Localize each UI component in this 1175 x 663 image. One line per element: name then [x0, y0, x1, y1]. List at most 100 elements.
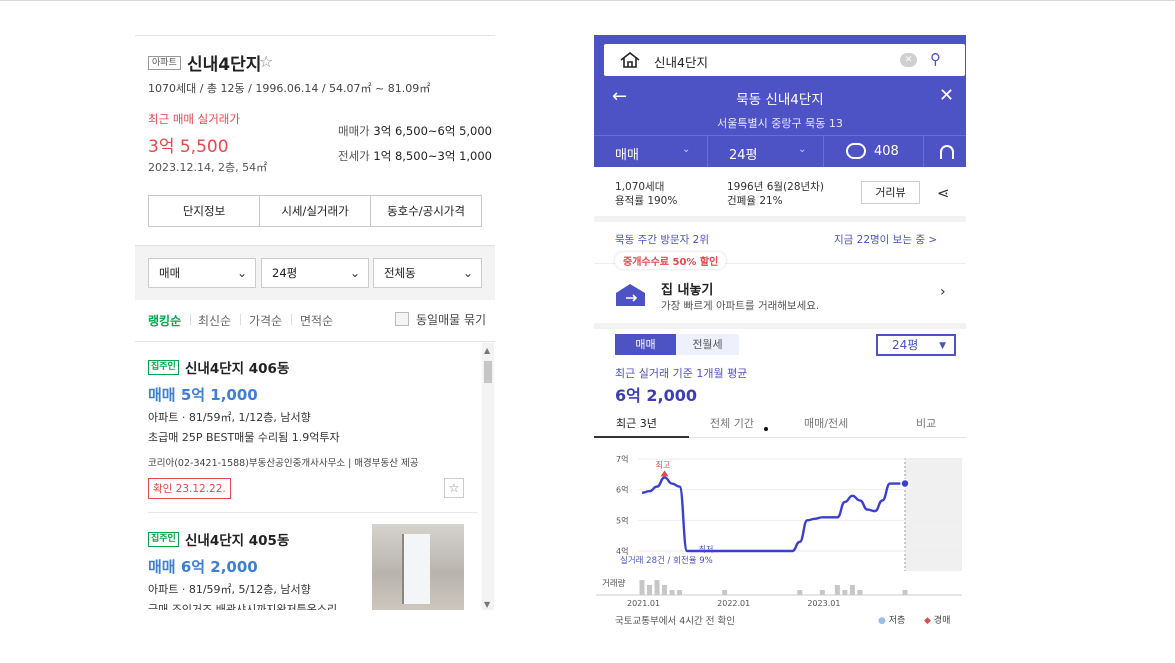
low-label: 최저 — [699, 544, 714, 554]
volume-bar — [857, 590, 863, 595]
tab-sale-jeonse[interactable]: 매매/전세 — [804, 415, 848, 431]
forecast-shade — [905, 458, 962, 571]
section-divider — [594, 216, 966, 222]
search-bar[interactable]: 신내4단지 ✕ ⚲ — [604, 44, 965, 76]
tab-all-period[interactable]: 전체 기간 — [710, 415, 754, 431]
tab-compare[interactable]: 비교 — [916, 415, 936, 431]
high-label: 최고 — [656, 459, 671, 469]
volume-bar — [677, 590, 683, 595]
star-icon[interactable]: ☆ — [444, 478, 464, 498]
volume-bar — [842, 590, 848, 595]
tab-divider — [823, 136, 824, 167]
average-price: 6억 2,000 — [615, 386, 698, 405]
listing-name[interactable]: 신내4단지 405동 — [185, 529, 289, 549]
scrollbar-thumb[interactable] — [484, 361, 492, 383]
sale-range-label: 매매가 — [338, 124, 370, 138]
clear-icon[interactable]: ✕ — [900, 53, 917, 67]
group-same-checkbox[interactable] — [395, 312, 409, 326]
top-divider — [0, 0, 1175, 1]
y-tick-label: 5억 — [616, 515, 628, 525]
tab-divider — [707, 136, 708, 167]
y-tick-labels: 7억 6억 5억 4억 — [616, 454, 628, 556]
visitor-rank[interactable]: 묵동 주간 방문자 2위 — [615, 232, 709, 247]
volume-bar — [902, 590, 908, 595]
jeonse-price-range: 전세가 1억 8,500~3억 1,000 — [338, 148, 492, 164]
bell-icon[interactable] — [940, 145, 954, 159]
volume-bar — [849, 585, 855, 595]
x-tick-label: 2021.01 — [627, 599, 660, 608]
sort-latest[interactable]: 최신순 — [198, 312, 231, 329]
sort-area[interactable]: 면적순 — [300, 312, 333, 329]
listing-price: 매매 5억 1,000 — [148, 386, 258, 404]
floor-area-ratio: 용적률 190% — [615, 195, 678, 207]
scrollbar[interactable]: ▲ ▼ — [482, 343, 494, 610]
price-line — [641, 476, 905, 553]
volume-bar — [722, 590, 728, 595]
listing-photo[interactable] — [372, 524, 464, 610]
tab-trade-type[interactable]: 매매 — [615, 144, 639, 163]
active-tab-underline — [594, 436, 689, 438]
scroll-down-icon[interactable]: ▼ — [484, 600, 490, 609]
tab-recent-3y[interactable]: 최근 3년 — [616, 415, 657, 431]
high-marker — [660, 470, 669, 477]
scroll-up-icon[interactable]: ▲ — [484, 346, 490, 355]
trade-type-select[interactable]: 매매 ⌄ — [148, 258, 256, 288]
chart-size-select[interactable]: 24평 ▼ — [876, 334, 956, 356]
sort-price[interactable]: 가격순 — [249, 312, 282, 329]
toggle-rent[interactable]: 전월세 — [676, 334, 739, 355]
listing-spec: 아파트 · 81/59㎡, 1/12층, 남서향 — [148, 411, 311, 424]
close-icon[interactable]: ✕ — [939, 85, 954, 106]
promo-badge: 중개수수료 50% 할인 — [615, 252, 727, 269]
home-icon — [620, 52, 640, 68]
divider — [148, 512, 478, 513]
latest-price-dot[interactable] — [900, 478, 910, 489]
volume-bar — [647, 585, 653, 595]
favorite-star-icon[interactable]: ☆ — [259, 52, 273, 71]
chevron-down-icon: ⌄ — [682, 144, 691, 155]
divider — [135, 35, 495, 36]
owner-badge: 집주인 — [148, 360, 179, 375]
header-tabs: 매매 ⌄ 24평 ⌄ 408 — [594, 135, 966, 167]
volume-bar — [662, 585, 668, 595]
size-select[interactable]: 24평 ⌄ — [261, 258, 369, 288]
sell-home-banner[interactable]: 집 내놓기 가장 빠르게 아파트를 거래해보세요. › — [594, 263, 966, 323]
sell-title: 집 내놓기 — [661, 283, 714, 298]
listing-price: 매매 6억 2,000 — [148, 558, 258, 576]
y-tick-label: 6억 — [616, 485, 628, 495]
recent-trade-price: 3억 5,500 — [148, 137, 229, 157]
volume-bar — [819, 590, 825, 595]
building-select[interactable]: 전체동 ⌄ — [373, 258, 482, 288]
tab-market-price[interactable]: 시세/실거래가 — [260, 196, 371, 226]
tab-size[interactable]: 24평 — [729, 144, 758, 163]
period-tabs: 최근 3년 전체 기간 매매/전세 비교 — [594, 410, 966, 438]
average-label: 최근 실거래 기준 1개월 평균 — [615, 367, 748, 380]
share-icon[interactable]: ⋖ — [937, 184, 950, 202]
owner-badge: 집주인 — [148, 532, 179, 547]
sort-ranking[interactable]: 랭킹순 — [148, 312, 181, 329]
search-input[interactable]: 신내4단지 — [654, 52, 708, 71]
chevron-right-icon: › — [940, 284, 946, 300]
legend-low: ● 저층 — [878, 613, 905, 626]
recent-trade-date: 2023.12.14, 2층, 54㎡ — [148, 161, 268, 174]
hogang-app-panel: 신내4단지 ✕ ⚲ ← 묵동 신내4단지 ✕ 서울특별시 중랑구 묵동 13 매… — [594, 35, 966, 630]
built-date: 1996년 6월(28년차) — [727, 181, 824, 193]
viewing-now[interactable]: 지금 22명이 보는 중 > — [834, 232, 937, 247]
comment-count[interactable]: 408 — [874, 144, 899, 159]
chart-size-value: 24평 — [892, 338, 919, 352]
chevron-down-icon: ⌄ — [798, 144, 807, 155]
jeonse-range-label: 전세가 — [338, 149, 370, 163]
tab-complex-info[interactable]: 단지정보 — [149, 196, 260, 226]
price-chart[interactable]: 7억 6억 5억 4억 2021.01 2022.01 2023.01 최고 최저 실거래… — [594, 445, 966, 630]
listing-desc: 초급매 25P BEST매물 수리됨 1.9억투자 — [148, 431, 340, 444]
search-icon[interactable]: ⚲ — [930, 50, 941, 68]
legend-low-label: 저층 — [888, 616, 906, 626]
distance-view-button[interactable]: 거리뷰 — [861, 181, 920, 204]
volume-bar — [654, 580, 660, 595]
listing-name[interactable]: 신내4단지 406동 — [185, 357, 289, 377]
toggle-sale[interactable]: 매매 — [615, 334, 676, 355]
x-tick-labels: 2021.01 2022.01 2023.01 — [627, 599, 840, 608]
group-same-label: 동일매물 묶기 — [416, 313, 487, 327]
listing-spec: 아파트 · 81/59㎡, 5/12층, 남서향 — [148, 583, 311, 596]
tab-unit-price[interactable]: 동호수/공시가격 — [371, 196, 481, 226]
volume-bars — [639, 580, 908, 595]
